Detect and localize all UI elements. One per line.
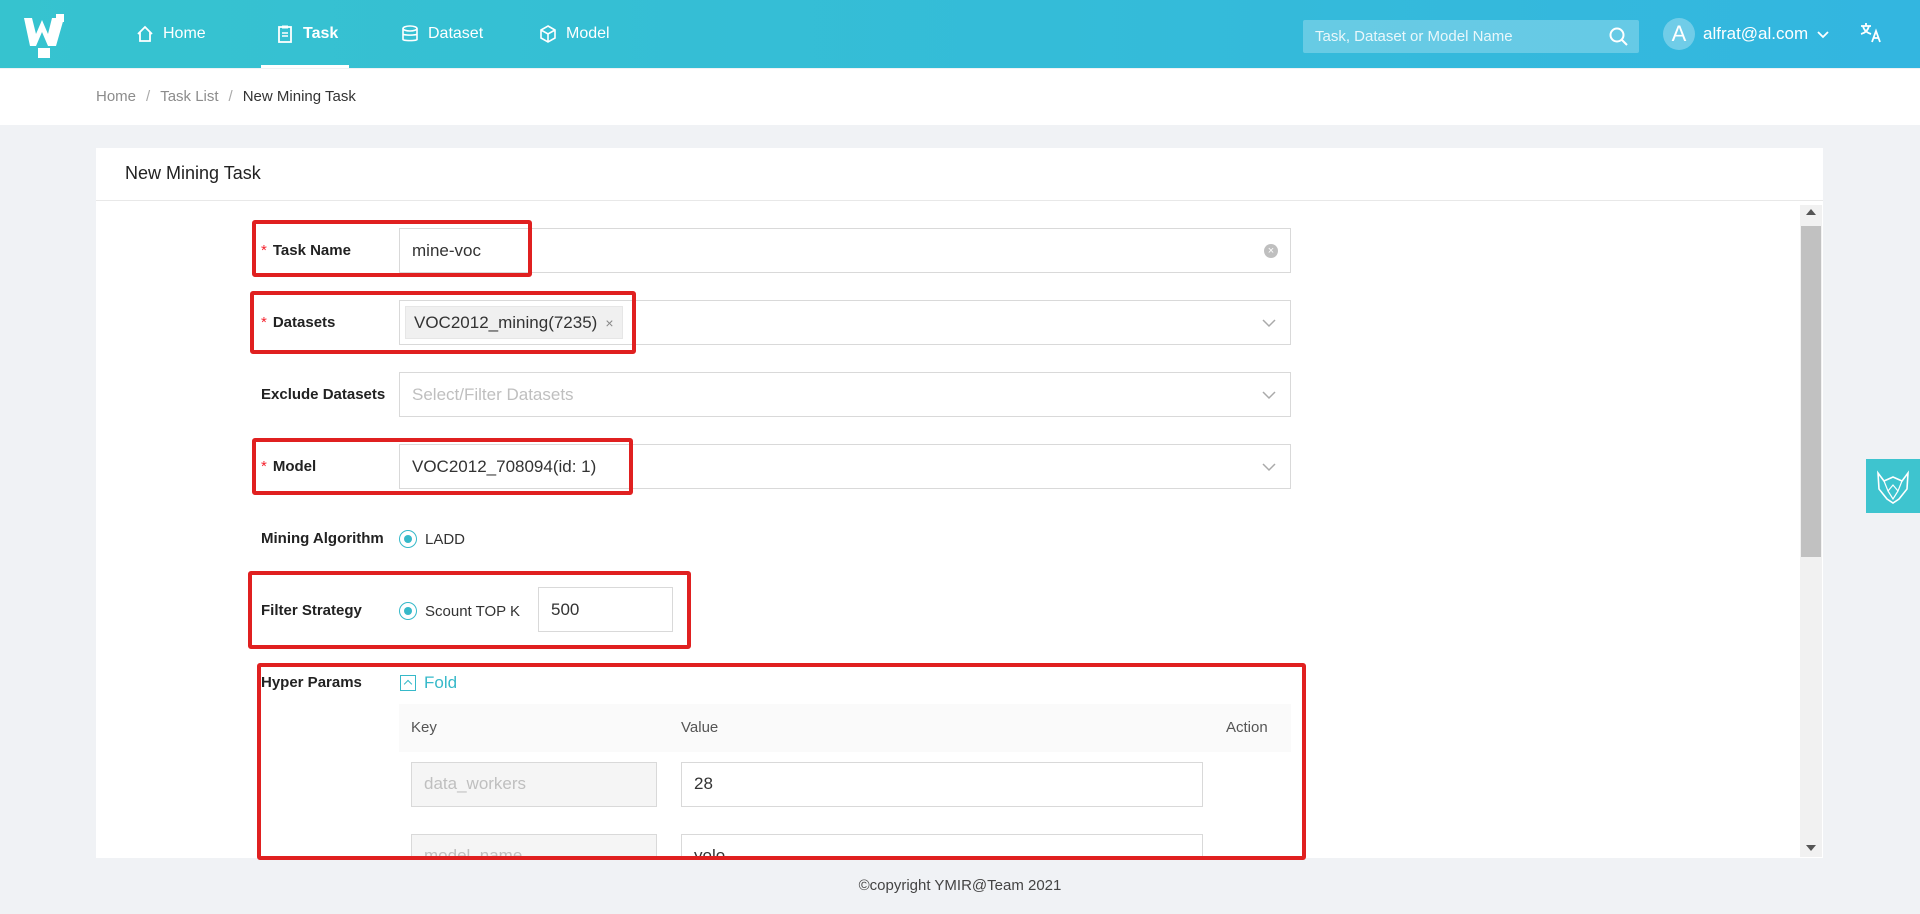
top-navbar: Home Task Dataset Model A alfrat@al.com <box>0 0 1920 68</box>
task-name-label: * Task Name <box>261 242 351 259</box>
breadcrumb: Home / Task List / New Mining Task <box>96 88 356 105</box>
chevron-up-icon <box>400 675 416 691</box>
nav-model-label: Model <box>566 25 610 42</box>
param-value-input[interactable]: yolo <box>681 834 1203 858</box>
datasets-label-text: Datasets <box>272 314 336 331</box>
required-mark: * <box>261 314 267 331</box>
breadcrumb-bar: Home / Task List / New Mining Task <box>0 69 1920 125</box>
nav-task-label: Task <box>303 25 339 42</box>
chevron-down-icon[interactable] <box>1262 318 1276 328</box>
user-email[interactable]: alfrat@al.com <box>1703 24 1808 44</box>
ladd-radio-label[interactable]: LADD <box>425 531 465 548</box>
datasets-select[interactable]: VOC2012_mining(7235) × <box>399 300 1291 345</box>
dataset-tag: VOC2012_mining(7235) × <box>405 306 623 339</box>
cube-icon <box>540 25 556 43</box>
breadcrumb-home[interactable]: Home <box>96 88 136 105</box>
table-header: Key Value Action <box>399 704 1291 752</box>
param-key-input: data_workers <box>411 762 657 807</box>
nav-home[interactable]: Home <box>135 0 206 68</box>
param-key-input: model_name <box>411 834 657 858</box>
chevron-down-icon[interactable] <box>1262 390 1276 400</box>
required-mark: * <box>261 458 267 475</box>
model-label: * Model <box>261 458 316 475</box>
column-action: Action <box>1226 719 1268 736</box>
topk-radio-label[interactable]: Scount TOP K <box>425 603 520 620</box>
hyper-params-table: Key Value Action data_workers 28 model_n… <box>399 704 1291 858</box>
nav-dataset[interactable]: Dataset <box>400 0 483 68</box>
scroll-thumb[interactable] <box>1801 226 1821 557</box>
task-name-label-text: Task Name <box>272 242 351 259</box>
scroll-down-arrow-icon[interactable] <box>1806 845 1816 851</box>
model-value: VOC2012_708094(id: 1) <box>412 457 597 476</box>
dataset-tag-label: VOC2012_mining(7235) <box>414 312 598 332</box>
clear-icon[interactable]: × <box>1264 244 1278 258</box>
required-mark: * <box>261 242 267 259</box>
model-select[interactable]: VOC2012_708094(id: 1) <box>399 444 1291 489</box>
page-title: New Mining Task <box>125 163 261 183</box>
breadcrumb-separator: / <box>146 88 151 105</box>
topk-input[interactable]: 500 <box>538 587 673 632</box>
exclude-datasets-label: Exclude Datasets <box>261 386 386 403</box>
home-icon <box>137 25 153 42</box>
param-value-input[interactable]: 28 <box>681 762 1203 807</box>
ymir-logo[interactable] <box>20 12 68 60</box>
database-icon <box>402 25 418 42</box>
task-name-value: mine-voc <box>412 241 481 260</box>
filter-strategy-label: Filter Strategy <box>261 602 362 619</box>
wolf-icon <box>1877 470 1909 504</box>
clipboard-icon <box>278 25 292 43</box>
scrollbar[interactable] <box>1800 205 1822 857</box>
nav-dataset-label: Dataset <box>428 25 484 42</box>
task-name-input[interactable]: mine-voc × <box>399 228 1291 273</box>
chevron-down-icon[interactable] <box>1262 462 1276 472</box>
mining-algorithm-label: Mining Algorithm <box>261 530 384 547</box>
ladd-radio[interactable] <box>399 530 417 548</box>
search-icon[interactable] <box>1608 26 1629 47</box>
scroll-up-arrow-icon[interactable] <box>1806 209 1816 215</box>
hyper-params-label: Hyper Params <box>261 674 362 691</box>
model-label-text: Model <box>272 458 317 475</box>
breadcrumb-task-list[interactable]: Task List <box>160 88 218 105</box>
search-input[interactable] <box>1315 20 1595 53</box>
topk-radio[interactable] <box>399 602 417 620</box>
assistant-button[interactable] <box>1866 459 1920 513</box>
tag-close-icon[interactable]: × <box>605 315 613 331</box>
fold-toggle[interactable]: Fold <box>400 673 457 693</box>
column-key: Key <box>411 719 437 736</box>
avatar[interactable]: A <box>1663 18 1695 50</box>
fold-label: Fold <box>424 673 458 692</box>
exclude-datasets-placeholder: Select/Filter Datasets <box>412 385 574 404</box>
breadcrumb-separator: / <box>228 88 233 105</box>
column-value: Value <box>681 719 719 736</box>
footer-copyright: ©copyright YMIR@Team 2021 <box>858 877 1062 894</box>
nav-home-label: Home <box>163 25 206 42</box>
chevron-down-icon[interactable] <box>1817 30 1829 40</box>
active-tab-underline <box>261 65 349 68</box>
nav-task[interactable]: Task <box>275 0 339 68</box>
exclude-datasets-select[interactable]: Select/Filter Datasets <box>399 372 1291 417</box>
datasets-label: * Datasets <box>261 314 335 331</box>
global-search[interactable] <box>1303 20 1639 53</box>
breadcrumb-current: New Mining Task <box>242 88 356 105</box>
nav-model[interactable]: Model <box>538 0 610 68</box>
topk-value: 500 <box>551 600 580 619</box>
card-divider <box>96 200 1823 201</box>
translate-icon[interactable] <box>1858 20 1884 46</box>
